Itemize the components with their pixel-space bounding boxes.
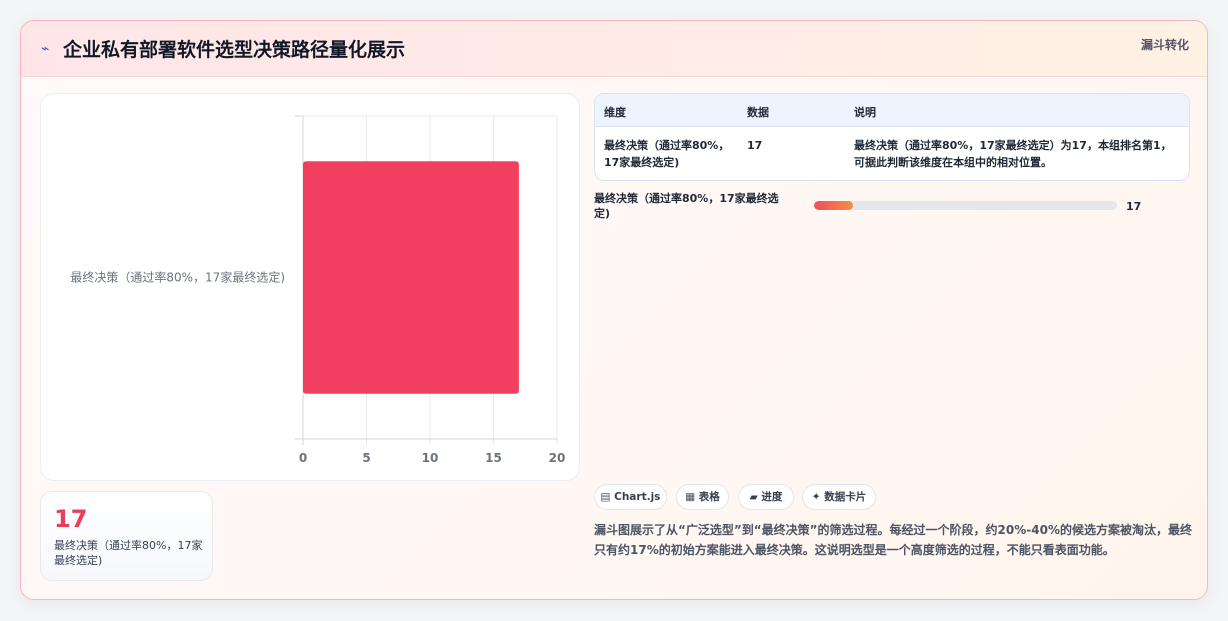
table-cell-data: 17	[747, 139, 763, 152]
page-title: 企业私有部署软件选型决策路径量化展示	[63, 39, 406, 61]
data-table: 维度 数据 说明 最终决策（通过率80%，17家最终选定) 17 最终决策（通过…	[594, 93, 1190, 181]
pulse-icon: ⌁	[41, 41, 50, 57]
card-header: ⌁ 企业私有部署软件选型决策路径量化展示 漏斗转化	[21, 21, 1207, 77]
chip-progress[interactable]: ▰ 进度	[738, 484, 794, 510]
bar	[303, 161, 519, 394]
stat-card: 17 最终决策（通过率80%，17家最终选定)	[40, 491, 213, 581]
column-header-description: 说明	[854, 106, 876, 119]
x-tick-label: 5	[362, 451, 370, 465]
table-cell-description: 最终决策（通过率80%，17家最终选定）为17，本组排名第1，可据此判断该维度在…	[854, 139, 1172, 169]
table-cell-dimension: 最终决策（通过率80%，17家最终选定)	[604, 139, 730, 169]
chart-type-tag: 漏斗转化	[1140, 38, 1189, 52]
chip-chartjs[interactable]: ▤ Chart.js	[594, 484, 667, 510]
x-tick-label: 20	[549, 451, 566, 465]
x-tick-label: 0	[299, 451, 307, 465]
dashboard-card: ⌁ 企业私有部署软件选型决策路径量化展示 漏斗转化 0 5 10 15 20 最终决策（通…	[20, 20, 1208, 600]
chart-description: 漏斗图展示了从“广泛选型”到“最终决策”的筛选过程。每经过一个阶段，约20%-4…	[594, 523, 1192, 557]
bar-chart: 0 5 10 15 20 最终决策（通过率80%，17家最终选定)	[70, 115, 566, 465]
stat-label: 最终决策（通过率80%，17家最终选定)	[54, 539, 203, 567]
x-tick-label: 15	[485, 451, 502, 465]
column-header-data: 数据	[747, 106, 769, 119]
chip-data-card[interactable]: ✦ 数据卡片	[802, 484, 876, 510]
progress-fill	[814, 201, 854, 210]
x-tick-label: 10	[422, 451, 439, 465]
chip-table[interactable]: ▦ 表格	[676, 484, 729, 510]
stat-value: 17	[54, 505, 88, 533]
progress-value: 17	[1126, 200, 1142, 213]
chart-panel: 0 5 10 15 20 最终决策（通过率80%，17家最终选定)	[40, 93, 580, 481]
table-header: 维度 数据 说明	[595, 94, 1189, 127]
progress-bar	[814, 201, 1117, 210]
progress-label: 最终决策（通过率80%，17家最终选定)	[594, 192, 779, 220]
column-header-dimension: 维度	[604, 106, 626, 119]
y-category-label: 最终决策（通过率80%，17家最终选定)	[70, 270, 285, 285]
